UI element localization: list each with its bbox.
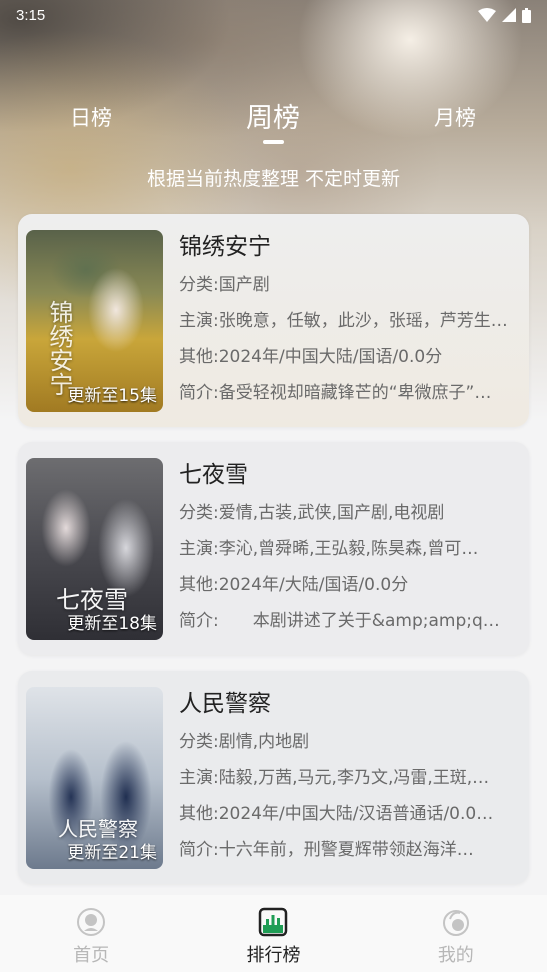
poster[interactable]: 锦绣安宁 更新至15集 (26, 230, 163, 412)
drama-title: 七夜雪 (179, 462, 248, 488)
category-value: 爱情,古装,武侠,国产剧,电视剧 (218, 503, 445, 523)
home-icon (77, 908, 106, 936)
intro-value: 本剧讲述了关于&amp;amp;q… (218, 611, 500, 631)
poster[interactable]: 七夜雪 更新至18集 (26, 458, 163, 640)
other-row: 其他:2024年/大陆/国语/0.0分 (179, 570, 517, 600)
cast-label: 主演: (179, 311, 219, 331)
category-value: 国产剧 (218, 275, 270, 295)
drama-card[interactable]: 人民警察 更新至21集 人民警察 分类:剧情,内地剧 主演:陆毅,万茜,马元,李… (18, 671, 529, 884)
intro-label: 简介: (179, 840, 219, 860)
other-label: 其他: (179, 804, 219, 824)
nav-ranking[interactable]: 排行榜 (182, 895, 364, 972)
other-label: 其他: (179, 575, 219, 595)
tab-daily[interactable]: 日榜 (70, 102, 112, 132)
tab-indicator (263, 140, 284, 144)
cast-label: 主演: (179, 768, 219, 788)
other-label: 其他: (179, 347, 219, 367)
profile-icon (442, 910, 469, 936)
intro-row: 简介:备受轻视却暗藏锋芒的“卑微庶子”… (179, 378, 517, 408)
cast-value: 陆毅,万茜,马元,李乃文,冯雷,王斑,… (218, 768, 490, 788)
other-value: 2024年/中国大陆/汉语普通话/0.0… (218, 804, 494, 824)
other-value: 2024年/大陆/国语/0.0分 (218, 575, 409, 595)
drama-info: 人民警察 分类:剧情,内地剧 主演:陆毅,万茜,马元,李乃文,冯雷,王斑,… 其… (179, 687, 519, 865)
other-row: 其他:2024年/中国大陆/国语/0.0分 (179, 342, 517, 372)
wifi-icon (478, 8, 496, 22)
episode-badge: 更新至21集 (67, 843, 157, 863)
drama-title: 锦绣安宁 (179, 234, 271, 260)
cast-row: 主演:陆毅,万茜,马元,李乃文,冯雷,王斑,… (179, 763, 517, 793)
category-value: 剧情,内地剧 (218, 732, 310, 752)
bottom-nav: 首页 排行榜 我的 (0, 895, 547, 972)
category-row: 分类:爱情,古装,武侠,国产剧,电视剧 (179, 498, 517, 528)
tab-weekly[interactable]: 周榜 (246, 96, 300, 135)
intro-value: 十六年前，刑警夏辉带领赵海洋… (218, 840, 474, 860)
battery-icon (522, 7, 531, 23)
status-time: 3:15 (16, 6, 46, 24)
intro-value: 备受轻视却暗藏锋芒的“卑微庶子”… (218, 383, 492, 403)
status-icons (478, 7, 531, 23)
nav-label-home: 首页 (73, 945, 110, 966)
drama-title: 人民警察 (179, 691, 271, 717)
cast-value: 李沁,曾舜晞,王弘毅,陈昊森,曾可… (218, 539, 479, 559)
category-label: 分类: (179, 503, 219, 523)
signal-icon (502, 8, 516, 22)
nav-home[interactable]: 首页 (0, 895, 182, 972)
other-row: 其他:2024年/中国大陆/汉语普通话/0.0… (179, 799, 517, 829)
cast-label: 主演: (179, 539, 219, 559)
intro-label: 简介: (179, 611, 219, 631)
category-label: 分类: (179, 732, 219, 752)
cast-row: 主演:李沁,曾舜晞,王弘毅,陈昊森,曾可… (179, 534, 517, 564)
drama-card[interactable]: 七夜雪 更新至18集 七夜雪 分类:爱情,古装,武侠,国产剧,电视剧 主演:李沁… (18, 442, 529, 655)
drama-card[interactable]: 锦绣安宁 更新至15集 锦绣安宁 分类:国产剧 主演:张晚意，任敏，此沙，张瑶，… (18, 214, 529, 427)
intro-row: 简介: 本剧讲述了关于&amp;amp;q… (179, 606, 517, 636)
ranking-subtitle: 根据当前热度整理 不定时更新 (146, 168, 401, 190)
cast-value: 张晚意，任敏，此沙，张瑶，芦芳生… (218, 311, 508, 331)
poster[interactable]: 人民警察 更新至21集 (26, 687, 163, 869)
other-value: 2024年/中国大陆/国语/0.0分 (218, 347, 443, 367)
drama-info: 七夜雪 分类:爱情,古装,武侠,国产剧,电视剧 主演:李沁,曾舜晞,王弘毅,陈昊… (179, 458, 519, 636)
intro-row: 简介:十六年前，刑警夏辉带领赵海洋… (179, 835, 517, 865)
category-row: 分类:国产剧 (179, 270, 517, 300)
category-label: 分类: (179, 275, 219, 295)
episode-badge: 更新至18集 (67, 614, 157, 634)
status-bar: 3:15 (0, 0, 547, 30)
ranking-tabs: 日榜 周榜 月榜 (0, 92, 547, 152)
nav-profile[interactable]: 我的 (365, 895, 547, 972)
intro-label: 简介: (179, 383, 219, 403)
drama-info: 锦绣安宁 分类:国产剧 主演:张晚意，任敏，此沙，张瑶，芦芳生… 其他:2024… (179, 230, 519, 408)
tab-monthly[interactable]: 月榜 (434, 102, 476, 132)
nav-label-ranking: 排行榜 (246, 945, 301, 966)
category-row: 分类:剧情,内地剧 (179, 727, 517, 757)
cast-row: 主演:张晚意，任敏，此沙，张瑶，芦芳生… (179, 306, 517, 336)
episode-badge: 更新至15集 (67, 386, 157, 406)
ranking-icon (259, 907, 288, 937)
nav-label-profile: 我的 (437, 945, 474, 966)
